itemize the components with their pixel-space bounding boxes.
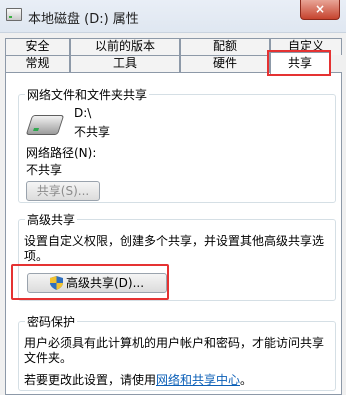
advanced-button-highlight: [11, 264, 169, 300]
window-title: 本地磁盘 (D:) 属性: [28, 12, 139, 27]
network-sharing-center-link[interactable]: 网络和共享中心: [156, 373, 240, 387]
title-bar: 本地磁盘 (D:) 属性 ×: [0, 0, 346, 33]
tab-tools[interactable]: 工具: [70, 55, 180, 72]
group-title: 密码保护: [25, 313, 78, 330]
tab-previous-versions[interactable]: 以前的版本: [70, 38, 180, 55]
tab-quota[interactable]: 配额: [180, 38, 270, 55]
drive-icon: [6, 8, 22, 21]
sharing-panel: 网络文件和文件夹共享 D:\ 不共享 网络路径(N): 不共享 共享(S)...…: [5, 72, 342, 395]
tab-general[interactable]: 常规: [5, 55, 70, 72]
group-title: 网络文件和文件夹共享: [25, 86, 150, 103]
close-button[interactable]: ×: [300, 0, 340, 20]
tab-security[interactable]: 安全: [5, 38, 70, 55]
change-setting-suffix: 。: [240, 373, 253, 387]
group-title: 高级共享: [25, 211, 78, 228]
advanced-description: 设置自定义权限，创建多个共享，并设置其他高级共享选: [24, 234, 325, 248]
password-protection-group: 密码保护 用户必须具有此计算机的用户帐户和密码，才能访问共享 文件夹。 若要更改…: [18, 313, 336, 391]
password-description-cont: 文件夹。: [24, 351, 73, 365]
network-path-label: 网络路径(N):: [26, 146, 97, 160]
tab-hardware[interactable]: 硬件: [180, 55, 270, 72]
change-setting-text: 若要更改此设置，请使用网络和共享中心。: [24, 371, 252, 388]
drive-name: D:\: [74, 106, 92, 120]
network-sharing-group: 网络文件和文件夹共享 D:\ 不共享 网络路径(N): 不共享 共享(S)...: [18, 86, 336, 203]
drive-share-status: 不共享: [74, 125, 111, 139]
change-setting-prefix: 若要更改此设置，请使用: [24, 373, 157, 387]
network-path-value: 不共享: [26, 163, 63, 177]
advanced-description-cont: 项。: [24, 249, 49, 263]
sharing-tab-highlight: [267, 50, 331, 76]
share-button[interactable]: 共享(S)...: [26, 181, 100, 201]
hard-drive-icon: [25, 115, 65, 135]
